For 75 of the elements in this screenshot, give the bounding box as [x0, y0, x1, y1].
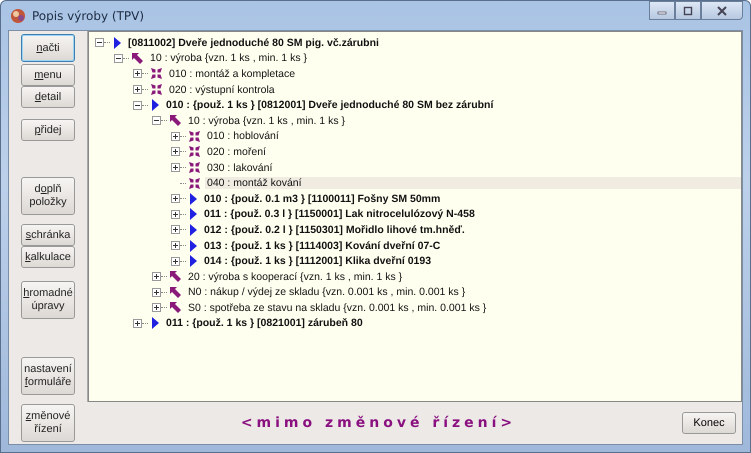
expand-icon[interactable] [171, 147, 180, 156]
close-icon [715, 6, 729, 16]
tree-node[interactable]: S0 : spotřeba ze stavu na skladu {vzn. 0.001 ks , min. 0.001 ks } [186, 302, 488, 314]
arrows-inward-icon [189, 130, 200, 142]
expand-icon[interactable] [133, 318, 142, 328]
tree-node[interactable]: 011 : {použ. 1 ks } [0821001] zárubeň 80 [164, 317, 365, 330]
triangle-icon [189, 192, 197, 205]
tree-node[interactable]: 20 : výroba s kooperací {vzn. 1 ks , min. 1 ks } [186, 270, 404, 283]
expand-icon[interactable] [171, 132, 180, 141]
side-button[interactable]: detail [21, 86, 75, 108]
arrow-icon [132, 52, 143, 64]
tree-node[interactable]: 040 : montáž kování [205, 177, 741, 190]
side-button[interactable]: doplň položky [21, 177, 75, 215]
side-button[interactable]: nastavení formuláře [21, 357, 75, 395]
window-title: Popis výroby (TPV) [32, 8, 144, 22]
expand-icon[interactable] [152, 288, 161, 297]
tree-node[interactable]: 010 : {použ. 1 ks } [0812001] Dveře jednoduché 80 SM bez zárubní [164, 99, 496, 112]
triangle-icon [189, 208, 197, 220]
maximize-button[interactable] [675, 1, 701, 20]
expand-icon[interactable] [171, 194, 180, 204]
triangle-icon [151, 99, 159, 112]
side-button[interactable]: menu [21, 64, 75, 86]
tree-node[interactable]: 014 : {použ. 1 ks } [1112001] Klika dveřní 0193 [202, 255, 434, 268]
maximize-icon [682, 6, 694, 16]
expand-icon[interactable] [171, 225, 180, 234]
collapse-icon[interactable] [95, 38, 104, 48]
arrow-icon [170, 302, 181, 314]
expand-icon[interactable] [171, 163, 180, 172]
expand-icon[interactable] [171, 210, 180, 219]
tree-node[interactable]: 010 : montáž a kompletace [167, 68, 298, 80]
triangle-icon [113, 36, 121, 49]
tree-node[interactable]: 020 : moření [205, 146, 268, 158]
side-button[interactable]: kalkulace [21, 246, 75, 268]
side-button[interactable]: hromadné úpravy [21, 281, 75, 319]
tree-node[interactable]: 010 : hoblování [205, 130, 281, 142]
expand-icon[interactable] [152, 272, 161, 282]
tree-node[interactable]: 10 : výroba {vzn. 1 ks , min. 1 ks } [186, 114, 347, 127]
side-button[interactable]: změnové řízení [21, 404, 75, 442]
tree-node[interactable]: 012 : {použ. 0.2 l } [1150301] Mořidlo lihové tm.hněď. [202, 224, 467, 236]
arrow-icon [170, 286, 181, 298]
side-button[interactable]: schránka [21, 224, 75, 246]
arrows-inward-icon [151, 84, 162, 96]
close-button[interactable] [701, 1, 743, 20]
side-button[interactable]: přidej [21, 119, 75, 141]
tree-node[interactable]: 020 : výstupní kontrola [167, 84, 277, 96]
arrows-inward-icon [151, 68, 162, 80]
arrows-inward-icon [189, 146, 200, 158]
triangle-icon [189, 240, 197, 252]
arrow-icon [170, 115, 181, 126]
close-button[interactable]: Konec [682, 412, 736, 434]
triangle-icon [189, 255, 197, 268]
tree-node[interactable]: 010 : {použ. 0.1 m3 } [1100011] Fošny SM 50mm [202, 192, 442, 205]
expand-icon[interactable] [133, 85, 142, 94]
tree-node[interactable]: [0811002] Dveře jednoduché 80 SM pig. vč.zárubni [126, 36, 381, 49]
app-icon [10, 8, 26, 24]
arrows-inward-icon [189, 162, 200, 174]
triangle-icon [189, 224, 197, 236]
tree-node[interactable]: 011 : {použ. 0.3 l } [1150001] Lak nitrocelulózový N-458 [202, 208, 477, 220]
expand-icon[interactable] [133, 69, 142, 78]
collapse-icon[interactable] [114, 54, 123, 63]
arrow-icon [170, 271, 181, 282]
tree-node[interactable]: N0 : nákup / výdej ze skladu {vzn. 0.001 ks , min. 0.001 ks } [186, 286, 468, 298]
collapse-icon[interactable] [133, 100, 142, 110]
collapse-icon[interactable] [152, 116, 161, 126]
status-text: <mimo změnové řízení> [240, 415, 518, 431]
arrows-inward-icon [189, 178, 200, 189]
tree-node[interactable]: 030 : lakování [205, 162, 274, 174]
expand-icon[interactable] [152, 303, 161, 312]
triangle-icon [151, 317, 159, 330]
tree-node[interactable]: 013 : {použ. 1 ks } [1114003] Kování dveřní 07-C [202, 240, 442, 252]
minimize-button[interactable] [649, 1, 675, 20]
side-button[interactable]: načti [21, 34, 75, 62]
expand-icon[interactable] [171, 241, 180, 250]
tree-node[interactable]: 10 : výroba {vzn. 1 ks , min. 1 ks } [148, 52, 309, 64]
expand-icon[interactable] [171, 256, 180, 266]
